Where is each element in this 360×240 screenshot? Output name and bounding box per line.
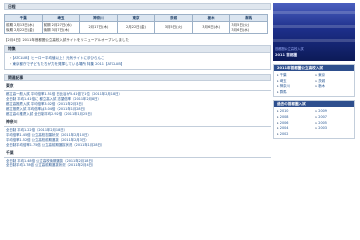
banner-image[interactable]: 首都圏公立高校入試 2011 首都圏 — [273, 3, 355, 61]
banner-stripe — [273, 25, 355, 28]
main-column: 日程 千葉 埼玉 神奈川 東京 茨城 栃木 群馬 前期 2月13日(水) 後期 … — [4, 3, 271, 168]
date-kanagawa: 2月17日(木) — [79, 21, 118, 34]
date-gunma: 3月5日(火) 3月6日(水) — [229, 21, 268, 34]
news-link[interactable]: 全日制平均倍率1.75倍 公立高前期選抜状況（2011年1月28日） — [6, 143, 271, 148]
featured-list: ・【ATCLUB】ヒーロー平均値以上！元気サイトに＠ひらんこ ・東京都庁で子ども… — [5, 53, 270, 69]
news-group-title-kanagawa: 神奈川 — [6, 118, 18, 124]
col-tokyo: 東京 — [116, 14, 156, 22]
region-link-tochigi[interactable]: 栃木 — [316, 84, 352, 89]
divider — [4, 125, 271, 127]
sidebar: 首都圏公立高校入試 2011 首都圏 2011年首都圏公立高校入試 千葉 東京 … — [273, 3, 355, 140]
archive-link[interactable]: 2003 — [316, 126, 352, 131]
banner-stripe — [273, 39, 355, 42]
col-chiba: 千葉 — [4, 14, 43, 22]
archive-link[interactable]: 2008 — [277, 115, 313, 120]
archive-link[interactable]: 2007 — [316, 115, 352, 120]
featured-link[interactable]: 東京都庁で子どもたちが力を発揮している場所 特集 2011【ATCLUB】 — [13, 62, 125, 66]
news-group-title-tokyo: 東京 — [6, 83, 14, 89]
region-box: 2011年首都圏公立高校入試 千葉 東京 埼玉 茨城 神奈川 栃木 群馬 — [273, 64, 355, 98]
col-ibaraki: 茨城 — [154, 14, 193, 22]
region-link-gunma[interactable]: 群馬 — [277, 90, 313, 95]
news-list-tokyo: 都立高一般入試 平均倍率1.51倍 日比谷が5.41倍で1位（2011年2月18… — [4, 92, 271, 117]
archive-link[interactable]: 2009 — [316, 109, 352, 114]
news-section: 関連記事 東京 都立高一般入試 平均倍率1.51倍 日比谷が5.41倍で1位（2… — [4, 74, 271, 168]
region-link-kanagawa[interactable]: 神奈川 — [277, 84, 313, 89]
region-link-ibaraki[interactable]: 茨城 — [316, 79, 352, 84]
news-header: 関連記事 — [4, 74, 271, 82]
date-tokyo: 2月22日(金) — [116, 21, 156, 34]
banner-subtitle: 首都圏公立高校入試 — [275, 47, 304, 51]
schedule-header: 日程 — [4, 3, 271, 10]
archive-link[interactable]: 2005 — [316, 121, 352, 126]
date-ibaraki: 3月5日(火) — [154, 21, 193, 34]
schedule-table: 千葉 埼玉 神奈川 東京 茨城 栃木 群馬 前期 2月13日(水) 後期 2月2… — [4, 14, 268, 34]
divider — [4, 156, 271, 158]
archive-link[interactable]: 2006 — [277, 121, 313, 126]
region-list: 千葉 東京 埼玉 茨城 神奈川 栃木 群馬 — [277, 73, 351, 94]
region-link-saitama[interactable]: 埼玉 — [277, 79, 313, 84]
news-link[interactable]: 全日制平均1.78倍 公立高前期選抜状況（2011年2月4日） — [6, 163, 271, 168]
schedule-header-row: 千葉 埼玉 神奈川 東京 茨城 栃木 群馬 — [4, 14, 268, 22]
archive-link[interactable]: 2004 — [277, 126, 313, 131]
featured-link[interactable]: 【ATCLUB】ヒーロー平均値以上！元気サイトに＠ひらんこ — [13, 56, 105, 60]
banner-stripe — [273, 11, 355, 14]
featured-panel: 特集 ・【ATCLUB】ヒーロー平均値以上！元気サイトに＠ひらんこ ・東京都庁で… — [4, 45, 271, 71]
news-group-title-chiba: 千葉 — [6, 149, 14, 155]
region-link-tokyo[interactable]: 東京 — [316, 73, 352, 78]
news-list-kanagawa: 全日制 平均1.22倍（2011年2月18日） 平均倍率1.45倍 公立高校志願… — [4, 128, 271, 148]
col-tochigi: 栃木 — [191, 14, 231, 22]
site-notice: 【2月4日】2011年首都圏公立高校入試サイトをリニューアルオープンしました — [4, 38, 129, 42]
col-saitama: 埼玉 — [41, 14, 81, 22]
col-kanagawa: 神奈川 — [79, 14, 118, 22]
schedule-date-row: 前期 2月13日(水) 後期 2月22日(金) 前期 2月27日(水) 後期 3… — [4, 21, 268, 34]
news-list-chiba: 全日制 平均1.48倍 公立高校後期選抜（2011年2月18日） 全日制平均1.… — [4, 159, 271, 169]
news-link[interactable]: 都立高の推薦入試 全日制平均2.92倍（2011年1月25日） — [6, 112, 271, 117]
archive-link[interactable]: 2002 — [277, 132, 313, 137]
archive-list: 2010 2009 2008 2007 2006 2005 2004 2003 … — [277, 109, 351, 136]
region-link-chiba[interactable]: 千葉 — [277, 73, 313, 78]
archive-box: 過去の首都圏入試 2010 2009 2008 2007 2006 2005 2… — [273, 100, 355, 140]
list-item: ・東京都庁で子どもたちが力を発揮している場所 特集 2011【ATCLUB】 — [9, 62, 125, 67]
banner-caption: 2011 首都圏 — [275, 52, 298, 57]
date-saitama: 前期 2月27日(水) 後期 3月7日(木) — [41, 21, 81, 34]
date-chiba: 前期 2月13日(水) 後期 2月22日(金) — [4, 21, 43, 34]
date-tochigi: 3月6日(水) — [191, 21, 231, 34]
featured-header: 特集 — [5, 46, 270, 54]
col-gunma: 群馬 — [229, 14, 268, 22]
archive-link[interactable]: 2010 — [277, 109, 313, 114]
